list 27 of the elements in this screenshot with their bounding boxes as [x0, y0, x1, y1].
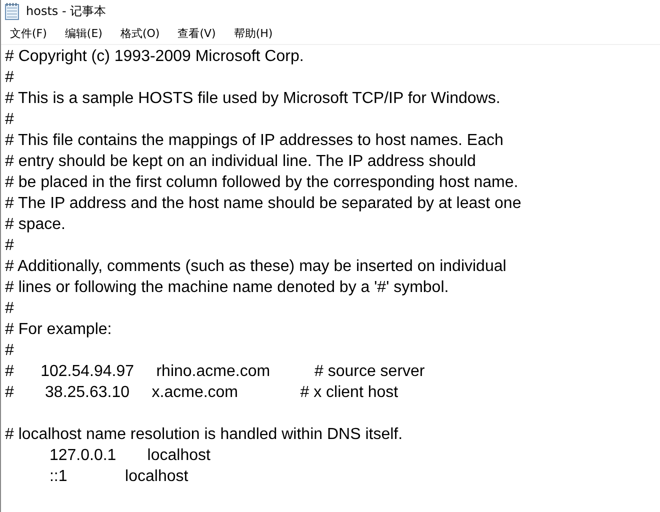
text-line: # This file contains the mappings of IP addresses to host names. Each — [5, 132, 504, 149]
menu-item[interactable]: 格式(O) — [115, 24, 165, 42]
text-line: # The IP address and the host name should be separated by at least one — [5, 195, 522, 212]
text-line: # Additionally, comments (such as these) may be inserted on individual — [5, 258, 506, 275]
window-title: hosts - 记事本 — [26, 2, 106, 20]
text-line: # space. — [5, 216, 66, 233]
notepad-icon — [4, 2, 20, 20]
text-line: # — [5, 342, 14, 359]
text-line: # 38.25.63.10 x.acme.com # x client host — [5, 384, 398, 401]
text-line: # lines or following the machine name denoted by a '#' symbol. — [5, 279, 449, 296]
text-line: # localhost name resolution is handled within DNS itself. — [5, 426, 403, 443]
text-line: ::1 localhost — [48, 468, 188, 485]
text-line: # 102.54.94.97 rhino.acme.com # source server — [5, 363, 425, 380]
text-line: # For example: — [5, 321, 112, 338]
text-line: # entry should be kept on an individual line. The IP address should — [5, 153, 476, 170]
text-line: # This is a sample HOSTS file used by Microsoft TCP/IP for Windows. — [5, 90, 500, 107]
text-line: # be placed in the first column followed by the corresponding host name. — [5, 174, 518, 191]
text-line: # Copyright (c) 1993-2009 Microsoft Corp. — [5, 48, 304, 65]
text-line: 127.0.0.1 localhost — [48, 447, 210, 464]
text-line: # — [5, 69, 14, 86]
text-line: # — [5, 300, 14, 317]
text-line: # — [5, 237, 14, 254]
menu-item[interactable]: 帮助(H) — [228, 24, 278, 42]
menu-item[interactable]: 文件(F) — [5, 24, 52, 42]
text-line: # — [5, 111, 14, 128]
menu-item[interactable]: 查看(V) — [172, 24, 221, 42]
menu-item[interactable]: 编辑(E) — [60, 24, 108, 42]
